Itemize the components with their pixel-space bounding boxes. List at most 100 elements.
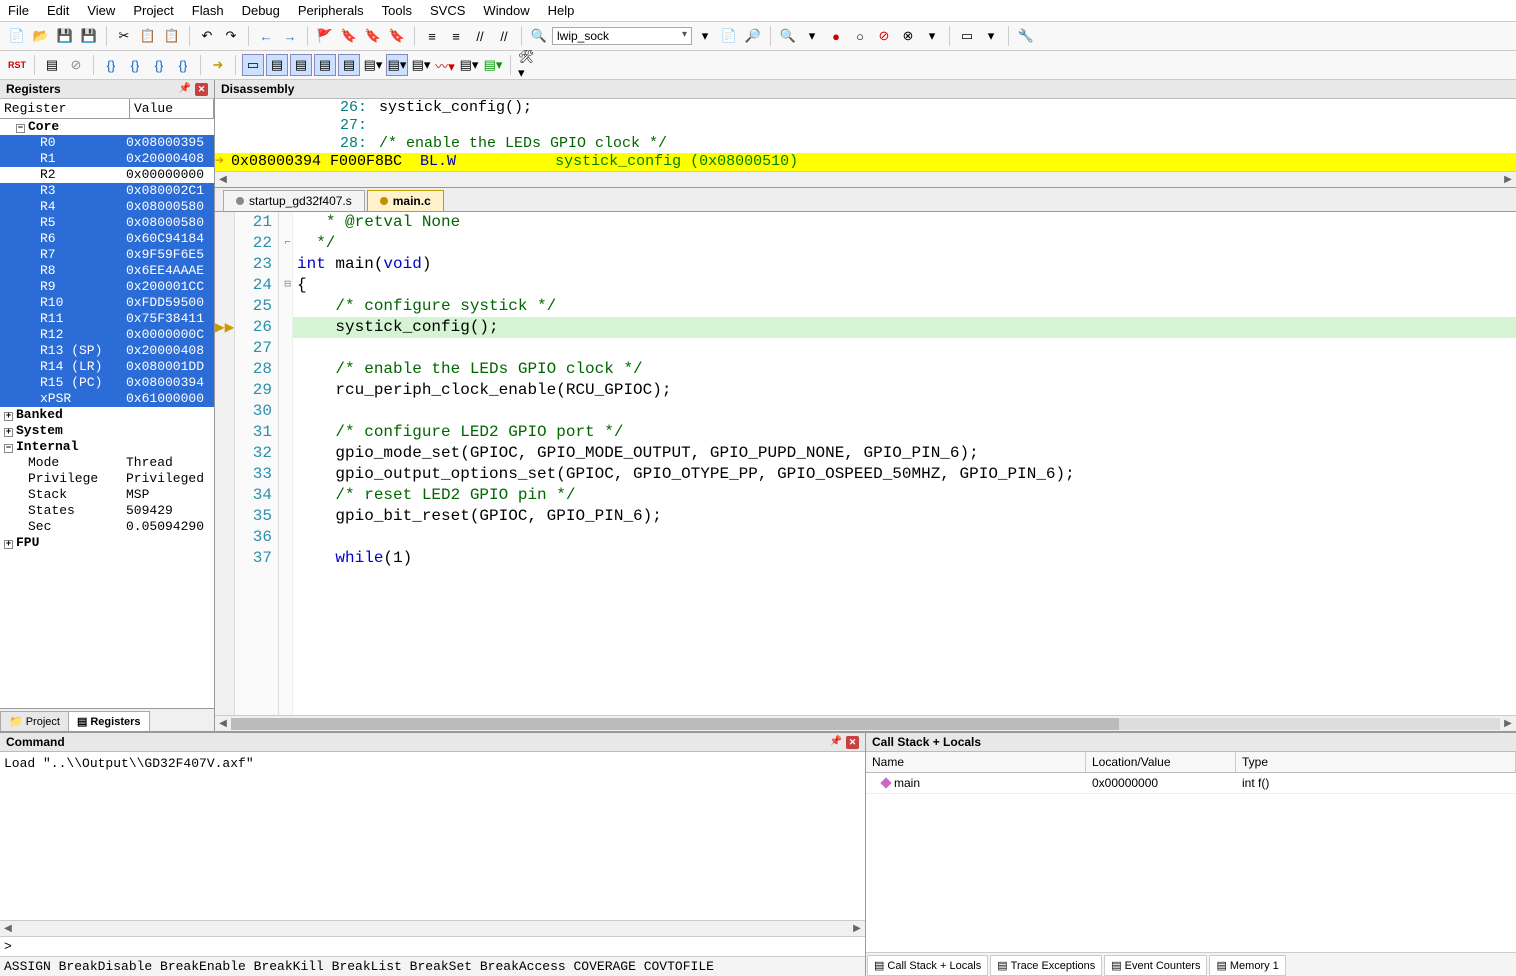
code-line[interactable] — [293, 338, 1516, 359]
fold-gutter[interactable] — [279, 212, 292, 233]
code-line[interactable]: * @retval None — [293, 212, 1516, 233]
run-to-cursor-icon[interactable]: {} — [172, 54, 194, 76]
register-row[interactable]: R20x00000000 — [0, 167, 214, 183]
copy-icon[interactable]: 📋 — [137, 25, 159, 47]
registers-tree[interactable]: −CoreR00x08000395R10x20000408R20x0000000… — [0, 119, 214, 708]
reset-icon[interactable]: RST — [6, 54, 28, 76]
memory-window-icon[interactable]: ▤▾ — [386, 54, 408, 76]
code-line[interactable]: /* configure LED2 GPIO port */ — [293, 422, 1516, 443]
toolbox-icon[interactable]: 🛠▾ — [517, 54, 539, 76]
register-row[interactable]: R00x08000395 — [0, 135, 214, 151]
code-line[interactable] — [293, 401, 1516, 422]
locals-body[interactable]: main0x00000000int f() — [866, 773, 1516, 952]
analysis-window-icon[interactable]: 〰▾ — [434, 54, 456, 76]
register-row[interactable]: R100xFDD59500 — [0, 295, 214, 311]
register-row[interactable]: R40x08000580 — [0, 199, 214, 215]
undo-icon[interactable]: ↶ — [196, 25, 218, 47]
register-group-fpu[interactable]: +FPU — [0, 535, 214, 551]
fold-gutter[interactable] — [279, 338, 292, 359]
code-line[interactable]: while(1) — [293, 548, 1516, 569]
locals-row[interactable]: main0x00000000int f() — [866, 773, 1516, 794]
fold-gutter[interactable]: ⊟ — [279, 275, 292, 296]
register-row[interactable]: R14 (LR)0x080001DD — [0, 359, 214, 375]
close-icon[interactable]: ✕ — [195, 83, 208, 96]
code-line[interactable]: rcu_periph_clock_enable(RCU_GPIOC); — [293, 380, 1516, 401]
menu-flash[interactable]: Flash — [192, 3, 224, 18]
menu-view[interactable]: View — [87, 3, 115, 18]
register-row[interactable]: StackMSP — [0, 487, 214, 503]
command-prompt[interactable]: > — [0, 936, 865, 956]
breakpoint-gutter[interactable] — [215, 212, 234, 233]
breakpoint-gutter[interactable] — [215, 506, 234, 527]
menu-debug[interactable]: Debug — [242, 3, 280, 18]
step-in-icon[interactable]: {} — [100, 54, 122, 76]
tab-registers[interactable]: ▤ Registers — [68, 711, 150, 731]
close-icon[interactable]: ✕ — [846, 736, 859, 749]
nav-fwd-icon[interactable]: → — [279, 25, 301, 47]
show-next-icon[interactable]: ➜ — [207, 54, 229, 76]
find-in-files-icon[interactable]: 🔍 — [528, 25, 550, 47]
fold-gutter[interactable] — [279, 506, 292, 527]
save-icon[interactable]: 💾 — [54, 25, 76, 47]
uncomment-icon[interactable]: // — [493, 25, 515, 47]
step-over-icon[interactable]: {} — [124, 54, 146, 76]
paste-icon[interactable]: 📋 — [161, 25, 183, 47]
indent-icon[interactable]: ≡ — [421, 25, 443, 47]
code-line[interactable]: /* configure systick */ — [293, 296, 1516, 317]
code-line[interactable]: gpio_output_options_set(GPIOC, GPIO_OTYP… — [293, 464, 1516, 485]
open-icon[interactable]: 📂 — [30, 25, 52, 47]
disasm-current-line[interactable]: ➔0x08000394 F000F8BC BL.W systick_config… — [215, 153, 1516, 171]
bookmark-flag-icon[interactable]: 🚩 — [314, 25, 336, 47]
register-row[interactable]: R80x6EE4AAAE — [0, 263, 214, 279]
fold-gutter[interactable] — [279, 317, 292, 338]
fold-gutter[interactable] — [279, 359, 292, 380]
breakpoint-gutter[interactable] — [215, 275, 234, 296]
step-out-icon[interactable]: {} — [148, 54, 170, 76]
editor-scrollbar[interactable]: ◀▶ — [215, 715, 1516, 731]
command-output[interactable]: Load "..\\Output\\GD32F407V.axf" — [0, 752, 865, 920]
cut-icon[interactable]: ✂ — [113, 25, 135, 47]
breakpoint-gutter[interactable] — [215, 401, 234, 422]
menu-help[interactable]: Help — [548, 3, 575, 18]
redo-icon[interactable]: ↷ — [220, 25, 242, 47]
menu-project[interactable]: Project — [133, 3, 173, 18]
fold-gutter[interactable] — [279, 443, 292, 464]
dropdown2-icon[interactable]: ▾ — [921, 25, 943, 47]
breakpoint-gutter[interactable] — [215, 380, 234, 401]
serial-window-icon[interactable]: ▤▾ — [410, 54, 432, 76]
run-icon[interactable]: ▤ — [41, 54, 63, 76]
registers-window-icon[interactable]: ▤ — [314, 54, 336, 76]
locals-tab[interactable]: ▤Event Counters — [1104, 955, 1207, 976]
register-row[interactable]: R70x9F59F6E5 — [0, 247, 214, 263]
breakpoint-gutter[interactable] — [215, 527, 234, 548]
search-icon[interactable]: 🔎 — [742, 25, 764, 47]
register-row[interactable]: R60x60C94184 — [0, 231, 214, 247]
breakpoint-gutter[interactable]: ▶▶ — [215, 317, 234, 338]
fold-gutter[interactable] — [279, 485, 292, 506]
code-line[interactable]: gpio_bit_reset(GPIOC, GPIO_PIN_6); — [293, 506, 1516, 527]
register-row[interactable]: R15 (PC)0x08000394 — [0, 375, 214, 391]
register-row[interactable]: PrivilegePrivileged — [0, 471, 214, 487]
pin-icon[interactable]: 📌 — [830, 736, 842, 749]
menu-file[interactable]: File — [8, 3, 29, 18]
comment-icon[interactable]: // — [469, 25, 491, 47]
bookmark-clear-icon[interactable]: 🔖 — [386, 25, 408, 47]
nav-back-icon[interactable]: ← — [255, 25, 277, 47]
breakpoint-gutter[interactable] — [215, 485, 234, 506]
outdent-icon[interactable]: ≡ — [445, 25, 467, 47]
breakpoint-gutter[interactable] — [215, 443, 234, 464]
target-combo[interactable]: lwip_sock — [552, 27, 692, 45]
menu-peripherals[interactable]: Peripherals — [298, 3, 364, 18]
menu-svcs[interactable]: SVCS — [430, 3, 465, 18]
stop-icon[interactable]: ⊘ — [65, 54, 87, 76]
dropdown3-icon[interactable]: ▾ — [980, 25, 1002, 47]
breakpoint-gutter[interactable] — [215, 338, 234, 359]
register-group-core[interactable]: −Core — [0, 119, 214, 135]
disasm-scrollbar[interactable]: ◀▶ — [215, 171, 1516, 187]
fold-gutter[interactable] — [279, 422, 292, 443]
register-row[interactable]: Sec0.05094290 — [0, 519, 214, 535]
locals-tab[interactable]: ▤Call Stack + Locals — [867, 955, 988, 976]
pin-icon[interactable]: 📌 — [179, 83, 191, 96]
breakpoint-gutter[interactable] — [215, 464, 234, 485]
locals-tab[interactable]: ▤Trace Exceptions — [990, 955, 1102, 976]
